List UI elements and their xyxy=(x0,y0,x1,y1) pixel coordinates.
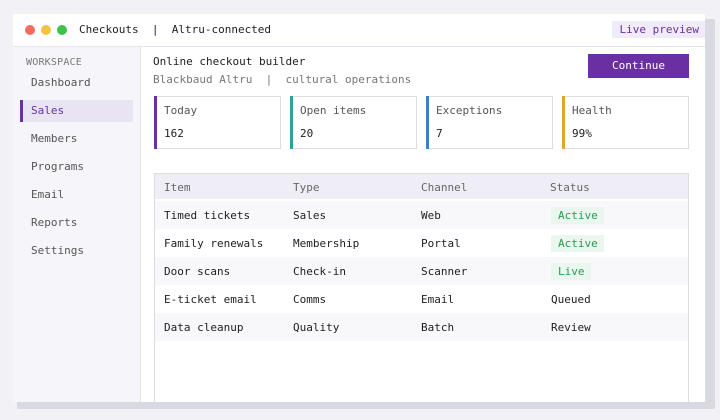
cell-channel: Batch xyxy=(421,321,455,334)
status-badge: Live xyxy=(551,263,591,280)
cell-channel: Web xyxy=(421,209,441,222)
cell-item: Timed tickets xyxy=(164,209,251,222)
stat-value: 7 xyxy=(436,127,443,140)
sidebar-item-label: Email xyxy=(31,188,65,201)
table-header: Item Type Channel Status xyxy=(155,174,688,199)
column-header-type[interactable]: Type xyxy=(293,181,320,194)
table-row[interactable]: Family renewals Membership Portal Active xyxy=(155,229,688,257)
close-window-button[interactable] xyxy=(25,25,35,35)
cell-type: Membership xyxy=(293,237,360,250)
sidebar-item-programs[interactable]: Programs xyxy=(20,156,133,178)
minimize-window-button[interactable] xyxy=(41,25,51,35)
sidebar-item-settings[interactable]: Settings xyxy=(20,240,133,262)
cell-item: Data cleanup xyxy=(164,321,244,334)
app-window: Checkouts | Altru-connected Live preview… xyxy=(13,14,705,402)
status-badge: Active xyxy=(551,207,604,224)
cell-type: Sales xyxy=(293,209,327,222)
stat-label: Open items xyxy=(300,104,367,117)
stat-card-open-items: Open items 20 xyxy=(290,96,417,149)
sidebar-item-email[interactable]: Email xyxy=(20,184,133,206)
status-badge: Active xyxy=(551,235,604,252)
sidebar-item-label: Members xyxy=(31,132,78,145)
cell-channel: Scanner xyxy=(421,265,468,278)
table-row[interactable]: E-ticket email Comms Email Queued xyxy=(155,285,688,313)
sidebar-item-label: Sales xyxy=(31,104,65,117)
cell-item: Family renewals xyxy=(164,237,264,250)
cell-type: Check-in xyxy=(293,265,346,278)
sidebar-item-label: Dashboard xyxy=(31,76,91,89)
status-text: Queued xyxy=(551,293,591,306)
status-text: Review xyxy=(551,321,591,334)
stat-card-accent xyxy=(426,96,429,149)
sidebar-item-label: Reports xyxy=(31,216,78,229)
cell-item: Door scans xyxy=(164,265,231,278)
stat-card-accent xyxy=(290,96,293,149)
page-subtitle: Blackbaud Altru | cultural operations xyxy=(153,73,412,86)
workspace-label: WORKSPACE xyxy=(26,57,82,68)
continue-button[interactable]: Continue xyxy=(588,54,689,78)
stat-label: Today xyxy=(164,104,198,117)
window-title: Checkouts | Altru-connected xyxy=(79,23,272,36)
stat-value: 162 xyxy=(164,127,184,140)
column-header-channel[interactable]: Channel xyxy=(421,181,467,194)
sidebar-item-members[interactable]: Members xyxy=(20,128,133,150)
cell-item: E-ticket email xyxy=(164,293,257,306)
sidebar-item-label: Settings xyxy=(31,244,84,257)
table-row[interactable]: Door scans Check-in Scanner Live xyxy=(155,257,688,285)
cell-channel: Portal xyxy=(421,237,461,250)
stat-card-accent xyxy=(562,96,565,149)
cell-type: Quality xyxy=(293,321,340,334)
sidebar-item-sales[interactable]: Sales xyxy=(20,100,133,122)
main-content: Online checkout builder Blackbaud Altru … xyxy=(141,47,705,402)
stat-card-health: Health 99% xyxy=(562,96,689,149)
sidebar-item-reports[interactable]: Reports xyxy=(20,212,133,234)
sidebar-item-dashboard[interactable]: Dashboard xyxy=(20,72,133,94)
stat-label: Exceptions xyxy=(436,104,503,117)
stat-label: Health xyxy=(572,104,612,117)
stat-card-accent xyxy=(154,96,157,149)
title-bar: Checkouts | Altru-connected Live preview xyxy=(13,14,705,47)
column-header-item[interactable]: Item xyxy=(164,181,191,194)
stat-value: 99% xyxy=(572,127,592,140)
sidebar: WORKSPACE Dashboard Sales Members Progra… xyxy=(13,47,141,402)
live-preview-badge[interactable]: Live preview xyxy=(611,21,705,38)
table-row[interactable]: Data cleanup Quality Batch Review xyxy=(155,313,688,341)
stat-card-today: Today 162 xyxy=(154,96,281,149)
sidebar-item-label: Programs xyxy=(31,160,84,173)
cell-type: Comms xyxy=(293,293,327,306)
page-title: Online checkout builder xyxy=(153,55,306,68)
column-header-status[interactable]: Status xyxy=(550,181,590,194)
table-row[interactable]: Timed tickets Sales Web Active xyxy=(155,201,688,229)
maximize-window-button[interactable] xyxy=(57,25,67,35)
stat-card-exceptions: Exceptions 7 xyxy=(426,96,553,149)
checkout-items-table: Item Type Channel Status Timed tickets S… xyxy=(154,173,689,402)
cell-channel: Email xyxy=(421,293,455,306)
stat-value: 20 xyxy=(300,127,314,140)
